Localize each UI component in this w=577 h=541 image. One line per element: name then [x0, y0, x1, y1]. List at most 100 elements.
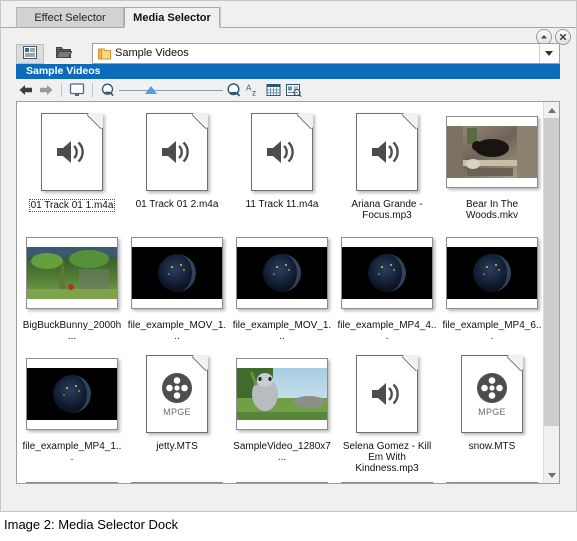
zoom-slider[interactable] — [119, 81, 223, 99]
video-thumbnail — [341, 237, 433, 309]
media-thumbnail[interactable] — [24, 108, 120, 196]
media-selector-panel: Sample Videos Sample Videos A z 01 Track… — [0, 28, 577, 512]
media-file-label: Selena Gomez - Kill Em With Kindness.mp3 — [342, 441, 432, 474]
forward-icon[interactable] — [36, 80, 56, 100]
video-thumbnail — [446, 482, 538, 483]
media-thumbnail[interactable]: MPGE — [444, 350, 540, 438]
speaker-icon — [57, 141, 84, 163]
media-file-item[interactable]: MPGE snow.MTS — [442, 350, 542, 474]
tab-effect-selector[interactable]: Effect Selector — [16, 7, 124, 28]
scroll-down-icon — [548, 473, 556, 478]
media-file-item[interactable]: file_example_MOV_1... — [127, 229, 227, 342]
media-file-label: jetty.MTS — [156, 441, 198, 452]
address-folder-icon — [98, 47, 111, 63]
page-fold — [507, 355, 523, 371]
media-toolbar: A z — [16, 79, 560, 101]
media-thumbnail[interactable] — [234, 229, 330, 317]
media-file-label: file_example_MP4_1... — [22, 441, 122, 463]
media-file-label: file_example_MOV_1... — [232, 320, 332, 342]
media-thumbnail[interactable] — [339, 108, 435, 196]
media-thumbnail[interactable] — [234, 482, 330, 483]
media-file-label: 11 Track 11.m4a — [245, 199, 319, 210]
media-file-item[interactable]: BigBuckBunny_2000h... — [22, 229, 122, 342]
page-fold — [192, 355, 208, 371]
media-file-item-partial[interactable] — [127, 482, 227, 483]
page-fold — [192, 113, 208, 129]
back-icon[interactable] — [16, 80, 36, 100]
media-file-label: 01 Track 01 1.m4a — [28, 199, 116, 212]
media-file-item[interactable]: file_example_MP4_4... — [337, 229, 437, 342]
details-view-button[interactable] — [16, 44, 44, 64]
media-file-item-partial[interactable] — [22, 482, 122, 483]
zoom-out-icon[interactable] — [98, 80, 118, 100]
media-file-label: Bear In The Woods.mkv — [465, 199, 519, 221]
media-thumbnail[interactable] — [234, 350, 330, 438]
grid-view-icon[interactable] — [264, 80, 284, 100]
scroll-up-button[interactable] — [544, 102, 559, 118]
video-thumbnail — [236, 358, 328, 430]
media-file-list[interactable]: 01 Track 01 1.m4a 01 Track 01 2.m4a 11 T… — [16, 101, 560, 484]
media-thumbnail[interactable] — [24, 482, 120, 483]
media-thumbnail[interactable] — [444, 108, 540, 196]
media-selector-dock: Effect Selector Media Selector Sample Vi… — [0, 0, 577, 512]
sort-az-icon[interactable]: A z — [244, 80, 264, 100]
media-thumbnail[interactable] — [24, 350, 120, 438]
zoom-slider-thumb[interactable] — [145, 86, 157, 94]
tab-media-selector[interactable]: Media Selector — [124, 7, 220, 28]
media-file-item[interactable]: SampleVideo_1280x7... — [232, 350, 332, 474]
vertical-scrollbar[interactable] — [543, 102, 559, 483]
media-file-item-partial[interactable] — [337, 482, 437, 483]
media-file-item-partial[interactable] — [232, 482, 332, 483]
media-thumbnail[interactable] — [444, 229, 540, 317]
zoom-in-icon[interactable] — [224, 80, 244, 100]
media-file-label: file_example_MOV_1... — [127, 320, 227, 342]
chevron-down-icon — [545, 51, 553, 56]
folder-icon — [55, 46, 73, 62]
media-file-grid-viewport: 01 Track 01 1.m4a 01 Track 01 2.m4a 11 T… — [17, 102, 544, 483]
page-fold — [402, 113, 418, 129]
media-file-label: Ariana Grande - Focus.mp3 — [351, 199, 423, 221]
video-thumbnail — [446, 237, 538, 309]
speaker-icon — [162, 141, 189, 163]
media-file-item[interactable]: MPGE jetty.MTS — [127, 350, 227, 474]
monitor-icon[interactable] — [67, 80, 87, 100]
scroll-down-button[interactable] — [544, 467, 559, 483]
audio-file-icon — [356, 355, 418, 433]
media-file-label: snow.MTS — [468, 441, 516, 452]
media-file-item[interactable]: Selena Gomez - Kill Em With Kindness.mp3 — [337, 350, 437, 474]
scrollbar-thumb[interactable] — [544, 118, 559, 426]
media-thumbnail[interactable] — [444, 482, 540, 483]
media-file-item[interactable]: 01 Track 01 2.m4a — [127, 108, 227, 221]
media-file-item[interactable]: Bear In The Woods.mkv — [442, 108, 542, 221]
video-thumbnail — [131, 237, 223, 309]
media-thumbnail[interactable] — [129, 108, 225, 196]
media-file-item-partial[interactable] — [442, 482, 542, 483]
media-file-item[interactable]: file_example_MOV_1... — [232, 229, 332, 342]
address-input[interactable]: Sample Videos — [92, 43, 560, 64]
figure-caption: Image 2: Media Selector Dock — [4, 517, 179, 532]
media-thumbnail[interactable] — [339, 482, 435, 483]
video-thumbnail — [446, 116, 538, 188]
media-thumbnail[interactable] — [234, 108, 330, 196]
video-thumbnail — [26, 482, 118, 483]
media-file-label: file_example_MP4_4... — [337, 320, 437, 342]
media-thumbnail[interactable]: MPGE — [129, 350, 225, 438]
media-thumbnail[interactable] — [24, 229, 120, 317]
media-file-item[interactable]: 11 Track 11.m4a — [232, 108, 332, 221]
media-file-item[interactable]: file_example_MP4_1... — [22, 350, 122, 474]
media-file-item[interactable]: file_example_MP4_6... — [442, 229, 542, 342]
close-icon — [559, 33, 567, 40]
page-fold — [87, 113, 103, 129]
address-dropdown-button[interactable] — [539, 44, 559, 63]
toolbar-separator-2 — [92, 83, 93, 97]
audio-file-icon — [356, 113, 418, 191]
media-file-item[interactable]: 01 Track 01 1.m4a — [22, 108, 122, 221]
media-thumbnail[interactable] — [129, 229, 225, 317]
media-thumbnail[interactable] — [129, 482, 225, 483]
media-thumbnail[interactable] — [339, 350, 435, 438]
mpge-file-icon: MPGE — [461, 355, 523, 433]
media-thumbnail[interactable] — [339, 229, 435, 317]
detail-view-icon[interactable] — [284, 80, 304, 100]
media-file-item[interactable]: Ariana Grande - Focus.mp3 — [337, 108, 437, 221]
folder-button[interactable] — [50, 44, 78, 64]
